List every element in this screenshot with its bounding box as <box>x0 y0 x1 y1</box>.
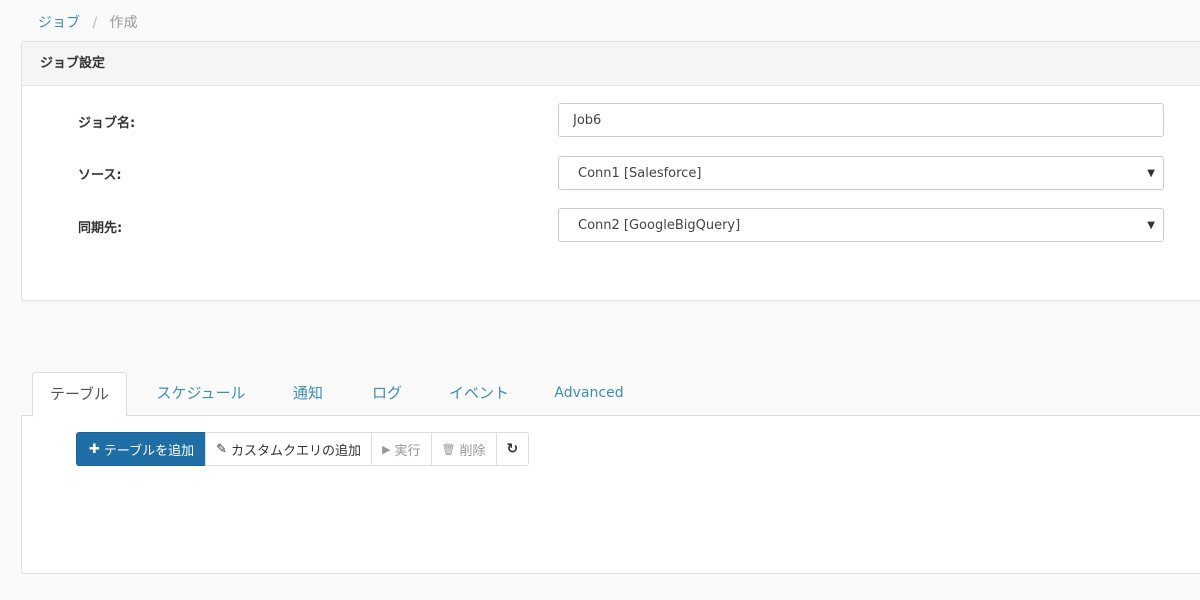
table-toolbar: ✚ テーブルを追加 ✎ カスタムクエリの追加 ▶ 実行 🗑 削除 ↻ <box>76 432 530 466</box>
tab-schedule[interactable]: スケジュール <box>150 372 252 415</box>
add-custom-query-button[interactable]: ✎ カスタムクエリの追加 <box>205 432 373 466</box>
plus-icon: ✚ <box>89 441 100 457</box>
delete-label: 削除 <box>459 443 486 459</box>
job-name-input[interactable] <box>559 104 1163 136</box>
run-button[interactable]: ▶ 実行 <box>371 432 432 466</box>
source-select[interactable]: Conn1 [Salesforce] ▼ <box>558 156 1164 190</box>
refresh-button[interactable]: ↻ <box>495 432 530 466</box>
destination-label: 同期先: <box>78 221 123 236</box>
breadcrumb-current: 作成 <box>109 15 138 31</box>
job-settings-panel: ジョブ設定 ジョブ名: ソース: Conn1 [Salesforce] ▼ 同期… <box>21 41 1200 301</box>
chevron-down-icon: ▼ <box>1147 220 1155 231</box>
source-selected-value: Conn1 [Salesforce] <box>578 166 702 181</box>
tab-notify[interactable]: 通知 <box>285 372 331 415</box>
delete-button[interactable]: 🗑 削除 <box>430 432 497 466</box>
destination-select[interactable]: Conn2 [GoogleBigQuery] ▼ <box>558 208 1164 242</box>
trash-icon: 🗑 <box>441 442 456 456</box>
tab-advanced[interactable]: Advanced <box>550 372 628 415</box>
refresh-icon: ↻ <box>506 441 519 457</box>
tab-table[interactable]: テーブル <box>32 372 127 417</box>
breadcrumb-job-link[interactable]: ジョブ <box>38 15 80 31</box>
panel-title: ジョブ設定 <box>22 42 1200 86</box>
breadcrumb: ジョブ / 作成 <box>38 12 138 32</box>
source-label: ソース: <box>78 168 122 183</box>
job-name-label: ジョブ名: <box>78 116 136 131</box>
run-label: 実行 <box>394 443 421 459</box>
add-table-button[interactable]: ✚ テーブルを追加 <box>76 432 207 466</box>
play-icon: ▶ <box>382 442 391 456</box>
breadcrumb-separator: / <box>92 15 98 31</box>
add-table-label: テーブルを追加 <box>103 443 195 459</box>
tab-log[interactable]: ログ <box>364 372 410 415</box>
job-name-field[interactable] <box>558 103 1164 137</box>
chevron-down-icon: ▼ <box>1147 168 1155 179</box>
destination-selected-value: Conn2 [GoogleBigQuery] <box>578 218 741 233</box>
edit-icon: ✎ <box>216 441 228 457</box>
tab-event[interactable]: イベント <box>443 372 515 415</box>
add-custom-query-label: カスタムクエリの追加 <box>231 443 362 459</box>
